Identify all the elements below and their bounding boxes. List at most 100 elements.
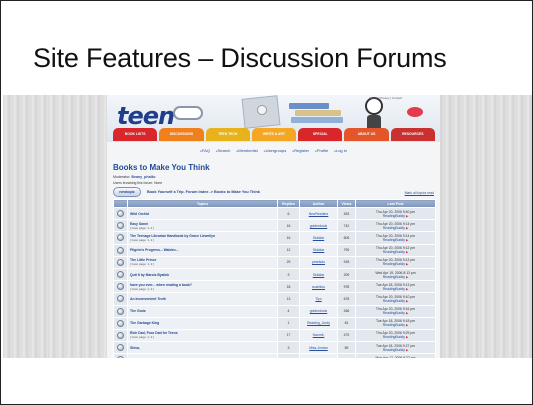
table-row[interactable]: Good books12Skiddar403Mon Apr 17, 2006 9… bbox=[113, 353, 436, 358]
last-post-author[interactable]: ReadingBuddy bbox=[383, 275, 405, 279]
author-link[interactable]: NewReaderz bbox=[299, 206, 338, 221]
goto-last-post-icon[interactable]: ▶ bbox=[406, 250, 408, 254]
table-row[interactable]: An Inconvenient Truth 13 Tiyo 678 Thu Apr 20… bbox=[113, 292, 436, 306]
goto-last-post-icon[interactable]: ▶ bbox=[406, 311, 408, 315]
table-row[interactable]: Pilgrim's Progress... Walden... 12 Skiddar… bbox=[113, 243, 436, 257]
table-header-row: Topics Replies Author Views Last Post bbox=[113, 199, 436, 208]
column-header: Topics bbox=[127, 199, 278, 208]
last-post-author[interactable]: ReadingBuddy bbox=[383, 226, 405, 230]
topic-pages[interactable]: [ Goto page: 1, 2 ] bbox=[130, 226, 277, 230]
author-link[interactable]: Skiddar bbox=[299, 267, 338, 282]
util-link-1[interactable]: Search bbox=[216, 148, 231, 153]
nav-tab-6[interactable]: RESOURCES bbox=[390, 128, 435, 141]
nav-tab-0[interactable]: BOOK LISTS bbox=[113, 128, 158, 141]
table-row[interactable]: Rich Dad, Poor Dad for Teens[ Goto page:… bbox=[113, 328, 436, 343]
goto-last-post-icon[interactable]: ▶ bbox=[406, 226, 408, 230]
author-link[interactable]: NaomiL bbox=[299, 328, 338, 343]
author-link[interactable]: goldenbook bbox=[299, 219, 338, 233]
folder-icon bbox=[117, 258, 124, 266]
author-link[interactable]: soarbluu bbox=[299, 280, 338, 294]
table-row[interactable]: The Little Prince[ Goto page: 1, 2 ] 29 pe… bbox=[113, 255, 436, 269]
table-row[interactable]: The Gods 4 goldenbook 266 Thu Apr 20, 2006 9… bbox=[113, 304, 436, 318]
topic-cell: The Gods bbox=[127, 304, 278, 318]
topic-link[interactable]: Quit It by Marcia Byalick bbox=[130, 273, 277, 277]
last-post-author[interactable]: ReadingBuddy bbox=[383, 287, 405, 291]
replies-cell: 4 bbox=[277, 304, 300, 318]
last-post-author[interactable]: ReadingBuddy bbox=[383, 250, 405, 254]
goto-last-post-icon[interactable]: ▶ bbox=[406, 323, 408, 327]
topic-status-cell bbox=[113, 243, 128, 257]
topic-link[interactable]: The Gods bbox=[130, 309, 277, 313]
topic-pages[interactable]: [ Goto page: 1, 2 ] bbox=[130, 238, 277, 242]
views-cell: 978 bbox=[337, 280, 356, 294]
author-link[interactable]: Skiddar bbox=[299, 243, 338, 257]
moderator-line: Moderator: Beany_phallic bbox=[113, 175, 156, 179]
goto-last-post-icon[interactable]: ▶ bbox=[406, 275, 408, 279]
author-link[interactable]: Skiddar bbox=[299, 231, 338, 245]
replies-cell: 29 bbox=[277, 255, 300, 269]
new-topic-button[interactable]: newtopic bbox=[113, 187, 141, 197]
goto-last-post-icon[interactable]: ▶ bbox=[406, 287, 408, 291]
topic-link[interactable]: The Garbage King bbox=[130, 321, 277, 325]
nav-tab-1[interactable]: DISCUSSIONS bbox=[159, 128, 204, 141]
last-post-author[interactable]: ReadingBuddy bbox=[383, 262, 405, 266]
author-link[interactable]: pearlsdo bbox=[299, 255, 338, 269]
nav-tab-3[interactable]: WRITE & ART bbox=[251, 128, 297, 141]
goto-last-post-icon[interactable]: ▶ bbox=[406, 214, 408, 218]
site-logo[interactable]: teen bbox=[117, 102, 175, 130]
table-row[interactable]: The Teenage Librarian Handbook by Grace … bbox=[113, 231, 436, 245]
util-link-0[interactable]: FAQ bbox=[200, 148, 210, 153]
views-cell: 209 bbox=[337, 267, 356, 282]
mark-all-read-link[interactable]: Mark all topics read bbox=[405, 191, 434, 195]
util-link-5[interactable]: Profile bbox=[315, 148, 328, 153]
util-link-2[interactable]: Memberlist bbox=[236, 148, 257, 153]
topic-cell: Good books bbox=[127, 353, 278, 358]
last-post-cell: Thu Apr 20, 2006 9:12 pm ReadingBuddy ▶ bbox=[355, 243, 436, 257]
goto-last-post-icon[interactable]: ▶ bbox=[406, 335, 408, 339]
topic-link[interactable]: Pilgrim's Progress... Walden... bbox=[130, 248, 277, 252]
last-post-author[interactable]: ReadingBuddy bbox=[383, 348, 405, 352]
table-row[interactable]: have you ever... when reading a book?[ G… bbox=[113, 280, 436, 294]
util-link-6[interactable]: Log in bbox=[334, 148, 347, 153]
last-post-cell: Tue Apr 18, 2006 9:18 pm ReadingBuddy ▶ bbox=[355, 316, 436, 330]
goto-last-post-icon[interactable]: ▶ bbox=[406, 348, 408, 352]
table-row[interactable]: Easy Sanni[ Goto page: 1, 2 ] 16 goldenboo… bbox=[113, 219, 436, 233]
goto-last-post-icon[interactable]: ▶ bbox=[406, 299, 408, 303]
util-link-4[interactable]: Register bbox=[292, 148, 309, 153]
last-post-author[interactable]: ReadingBuddy bbox=[383, 238, 405, 242]
topic-link[interactable]: An Inconvenient Truth bbox=[130, 297, 277, 301]
topic-link[interactable]: Wild Orchid bbox=[130, 212, 277, 216]
goto-last-post-icon[interactable]: ▶ bbox=[406, 238, 408, 242]
topic-pages[interactable]: [ Goto page: 1, 2 ] bbox=[130, 287, 277, 291]
top-links[interactable]: Latest | Privacy | Contact bbox=[369, 96, 402, 100]
folder-icon bbox=[117, 210, 124, 218]
last-post-author[interactable]: ReadingBuddy bbox=[383, 335, 405, 339]
author-link[interactable]: goldenbook bbox=[299, 304, 338, 318]
table-row[interactable]: The Garbage King 1 Reading_Jordy 81 Tue Apr … bbox=[113, 316, 436, 330]
views-cell: 605 bbox=[337, 231, 356, 245]
nav-tab-4[interactable]: SPECIAL bbox=[298, 128, 343, 141]
author-link[interactable]: Skiddar bbox=[299, 353, 338, 358]
table-row[interactable]: Quit It by Marcia Byalick 3 Skiddar 209 Wed … bbox=[113, 267, 436, 282]
goto-last-post-icon[interactable]: ▶ bbox=[406, 262, 408, 266]
last-post-author[interactable]: ReadingBuddy bbox=[383, 214, 405, 218]
table-row[interactable]: Wild Orchid 6 NewReaderz 453 Thu Apr 20, 200… bbox=[113, 206, 436, 221]
views-cell: 470 bbox=[337, 328, 356, 343]
topic-link[interactable]: Shiva, bbox=[130, 346, 277, 350]
last-post-author[interactable]: ReadingBuddy bbox=[383, 311, 405, 315]
last-post-author[interactable]: ReadingBuddy bbox=[383, 323, 405, 327]
author-link[interactable]: Miss-Jordan bbox=[299, 341, 338, 355]
last-post-author[interactable]: ReadingBuddy bbox=[383, 299, 405, 303]
table-row[interactable]: Shiva, 3 Miss-Jordan 89 Tue Apr 18, 2006 9:2… bbox=[113, 341, 436, 355]
topic-cell: have you ever... when reading a book?[ G… bbox=[127, 280, 278, 294]
author-link[interactable]: Tiyo bbox=[299, 292, 338, 306]
moderator-link[interactable]: Beany_phallic bbox=[131, 175, 155, 179]
nav-tab-5[interactable]: ABOUT US bbox=[344, 128, 389, 141]
nav-tab-2[interactable]: TEEN TECH bbox=[205, 128, 250, 141]
breadcrumb[interactable]: Book Yourself a Trip. Forum Index -> Boo… bbox=[147, 190, 260, 194]
util-link-3[interactable]: Usergroups bbox=[264, 148, 287, 153]
author-link[interactable]: Reading_Jordy bbox=[299, 316, 338, 330]
forum-title[interactable]: Books to Make You Think bbox=[113, 163, 210, 172]
topic-pages[interactable]: [ Goto page: 1, 2 ] bbox=[130, 335, 277, 339]
topic-pages[interactable]: [ Goto page: 1, 2 ] bbox=[130, 262, 277, 266]
